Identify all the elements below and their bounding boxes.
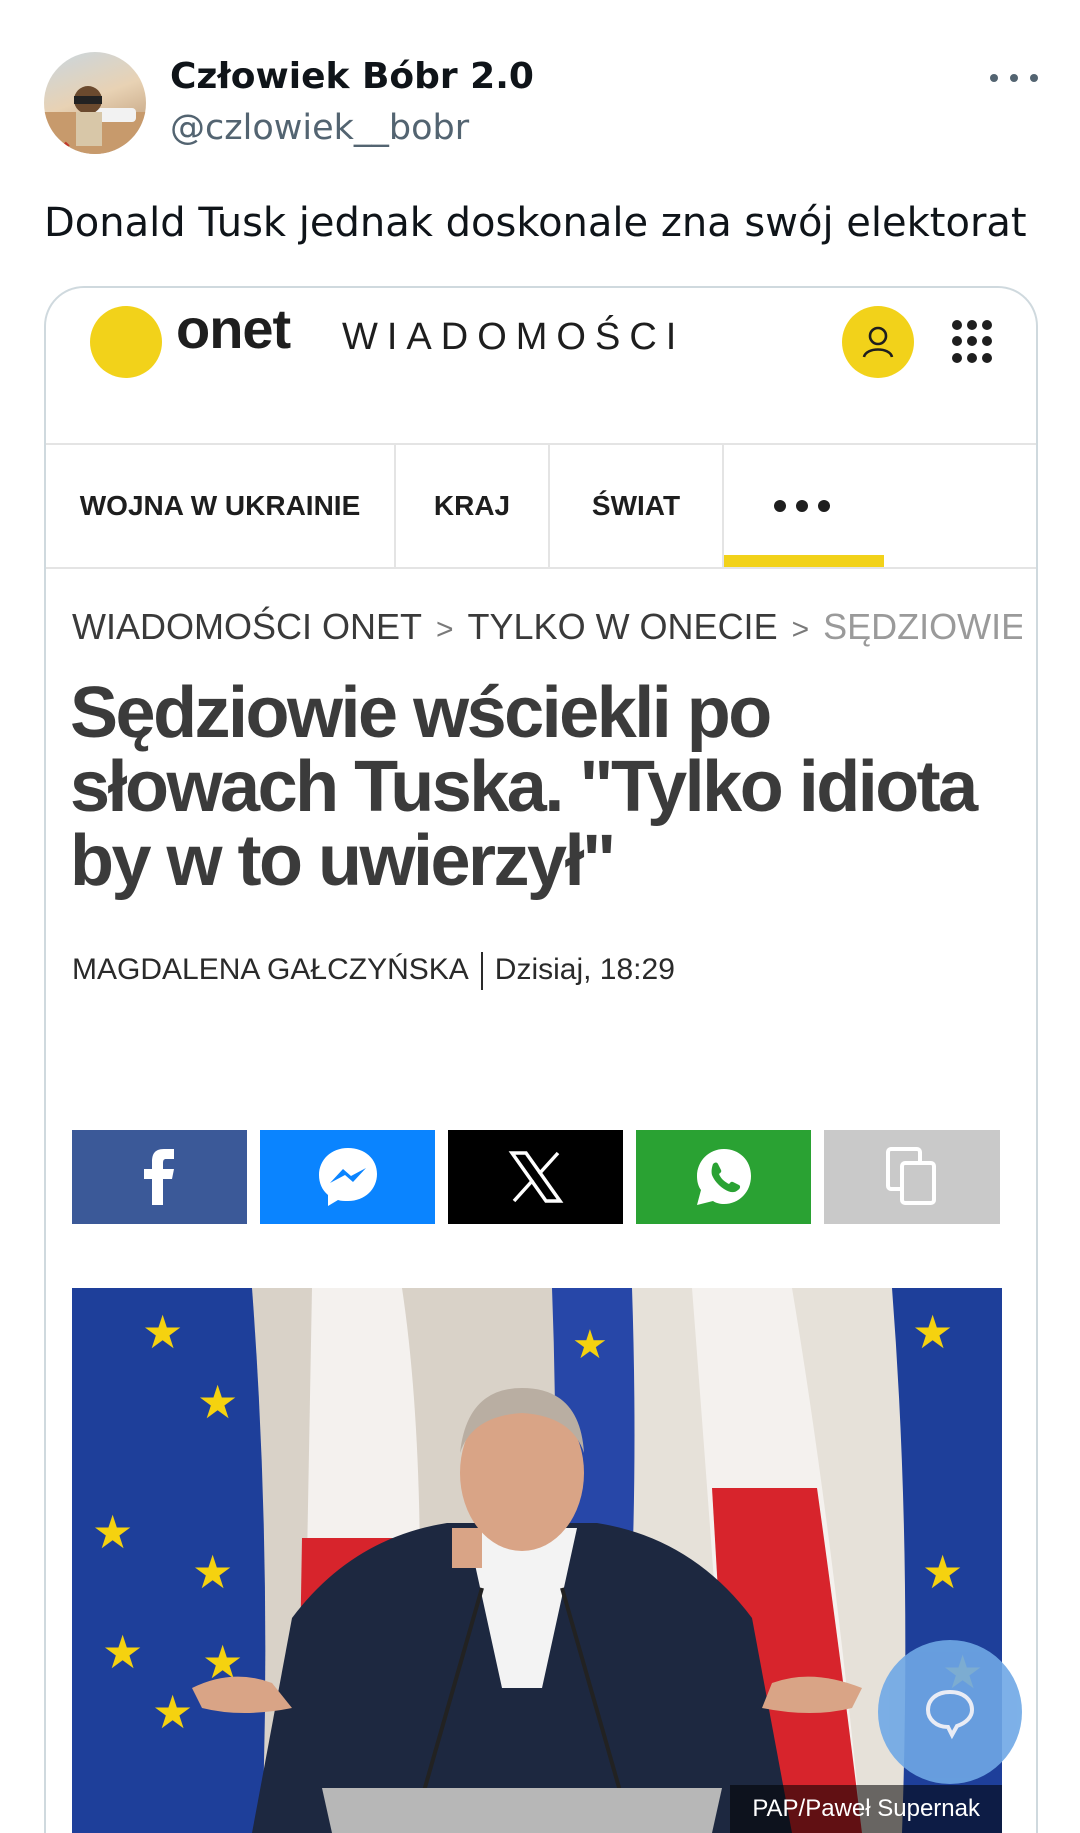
breadcrumb-item[interactable]: SĘDZIOWIE W — [823, 606, 1022, 647]
apps-grid-icon[interactable] — [952, 320, 996, 364]
nav-item-wojna[interactable]: WOJNA W UKRAINIE — [46, 445, 396, 567]
share-x-button[interactable] — [448, 1130, 623, 1224]
publish-date: Dzisiaj, 18:29 — [494, 952, 675, 986]
nav-item-kraj[interactable]: KRAJ — [396, 445, 550, 567]
article-photo[interactable]: ★ ★ ★ ★ ★ ★ ★ ★ ★ ★ ★ — [72, 1288, 1002, 1833]
svg-text:★: ★ — [142, 1305, 183, 1359]
svg-text:★: ★ — [572, 1322, 608, 1368]
svg-text:★: ★ — [152, 1685, 193, 1739]
chat-bubble-icon[interactable] — [878, 1640, 1022, 1784]
breadcrumb: WIADOMOŚCI ONET > TYLKO W ONECIE > SĘDZIOWIE… — [72, 606, 1022, 654]
author-name[interactable]: MAGDALENA GAŁCZYŃSKA — [72, 953, 469, 986]
breadcrumb-item[interactable]: TYLKO W ONECIE — [468, 606, 778, 647]
facebook-icon — [143, 1149, 174, 1205]
user-account-icon[interactable] — [842, 306, 914, 378]
share-whatsapp-button[interactable] — [636, 1130, 811, 1224]
tweet-media-card[interactable]: onet WIADOMOŚCI WOJNA W UKRAINIE KRAJ ŚW… — [44, 286, 1038, 1833]
svg-text:★: ★ — [92, 1505, 133, 1559]
tweet-text: Donald Tusk jednak doskonale zna swój el… — [44, 200, 1027, 246]
nav-item-swiat[interactable]: ŚWIAT — [550, 445, 724, 567]
svg-text:★: ★ — [912, 1305, 953, 1359]
nav-bar: WOJNA W UKRAINIE KRAJ ŚWIAT — [46, 443, 1036, 569]
x-logo-icon — [508, 1151, 563, 1203]
messenger-icon — [318, 1148, 377, 1206]
breadcrumb-separator: > — [436, 613, 454, 646]
nav-more-button[interactable] — [724, 445, 1036, 567]
whatsapp-icon — [696, 1149, 751, 1205]
section-title: WIADOMOŚCI — [342, 316, 686, 358]
user-handle[interactable]: @czlowiek__bobr — [170, 108, 469, 148]
svg-text:★: ★ — [197, 1375, 238, 1429]
copy-link-button[interactable] — [824, 1130, 1000, 1224]
svg-text:★: ★ — [192, 1545, 233, 1599]
more-options-icon[interactable] — [990, 62, 1038, 94]
svg-text:★: ★ — [102, 1625, 143, 1679]
more-dots-icon — [774, 500, 830, 512]
active-tab-indicator — [724, 555, 884, 567]
svg-text:◆: ◆ — [62, 140, 70, 151]
avatar[interactable]: ◆ — [44, 52, 146, 154]
onet-logo: onet — [176, 297, 291, 360]
share-messenger-button[interactable] — [260, 1130, 435, 1224]
breadcrumb-separator: > — [791, 613, 810, 646]
copy-icon — [886, 1147, 936, 1205]
article-headline: Sędziowie wściekli po słowach Tuska. "Ty… — [70, 673, 978, 901]
divider — [480, 952, 483, 990]
display-name[interactable]: Człowiek Bóbr 2.0 — [170, 56, 534, 97]
svg-text:★: ★ — [922, 1545, 963, 1599]
article-byline: MAGDALENA GAŁCZYŃSKA Dzisiaj, 18:29 — [72, 952, 675, 990]
onet-logo-icon — [90, 306, 162, 378]
breadcrumb-item[interactable]: WIADOMOŚCI ONET — [72, 606, 422, 647]
share-facebook-button[interactable] — [72, 1130, 247, 1224]
photo-credit: PAP/Paweł Supernak — [730, 1785, 1002, 1833]
